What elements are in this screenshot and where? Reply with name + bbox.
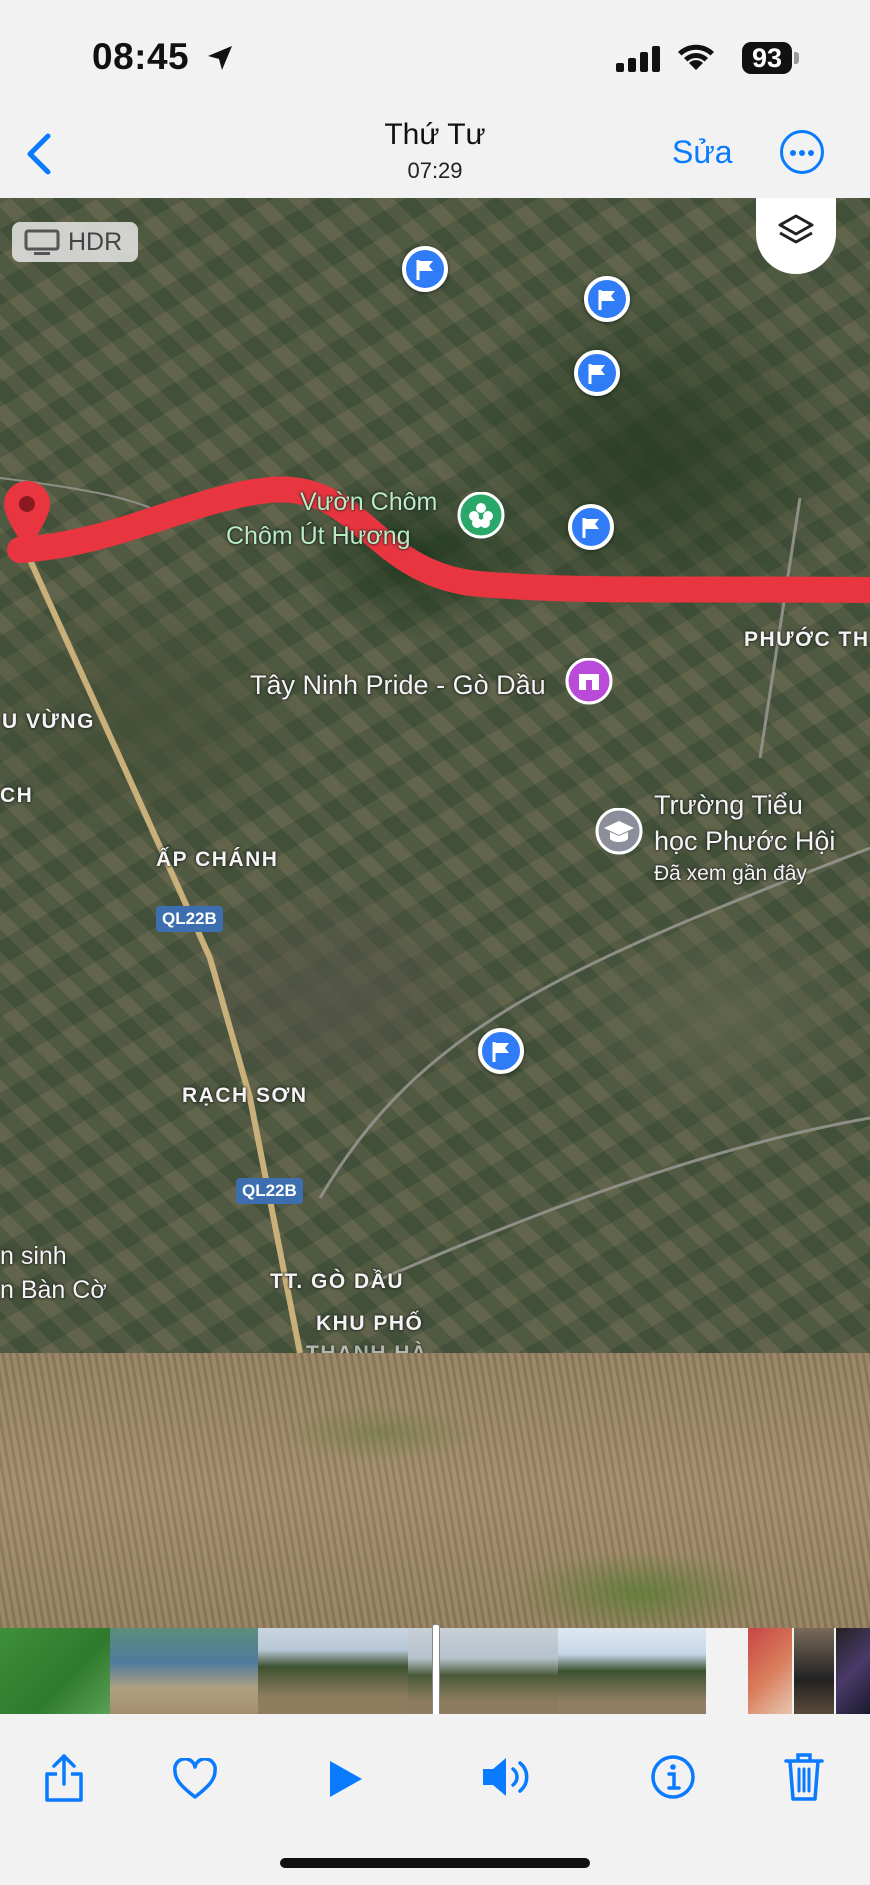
status-bar: 08:45 93 xyxy=(0,0,870,110)
map-label: n sinh xyxy=(0,1242,67,1270)
status-time: 08:45 xyxy=(92,36,190,77)
map-label: PHƯỚC THẠNH xyxy=(744,628,870,651)
dot xyxy=(808,150,814,156)
dot xyxy=(799,150,805,156)
map-label: Vườn Chôm xyxy=(300,488,438,516)
map-label: TT. GÒ DẦU xyxy=(270,1270,404,1293)
battery-tip xyxy=(794,52,799,64)
cellular-signal-icon xyxy=(616,46,660,72)
map-label: Chôm Út Hương xyxy=(226,522,411,550)
map-label: CH xyxy=(0,784,34,807)
map-label: KHU PHỐ xyxy=(316,1312,424,1335)
flag-icon xyxy=(584,276,630,322)
thumbnail[interactable] xyxy=(794,1628,834,1714)
thumbnail[interactable] xyxy=(258,1628,408,1714)
battery-icon: 93 xyxy=(742,42,792,74)
layers-icon xyxy=(778,214,814,244)
map-label: học Phước Hội xyxy=(654,826,836,856)
play-icon[interactable] xyxy=(326,1758,364,1800)
thumbnail[interactable] xyxy=(110,1628,258,1714)
heart-icon[interactable] xyxy=(172,1758,218,1800)
map-label: ẤP CHÁNH xyxy=(156,848,279,871)
dot xyxy=(790,150,796,156)
flag-icon xyxy=(574,350,620,396)
map-label: RẠCH SƠN xyxy=(182,1084,308,1107)
thumbnail[interactable] xyxy=(558,1628,706,1714)
battery-level: 93 xyxy=(751,43,783,73)
edit-button[interactable]: Sửa xyxy=(672,134,733,171)
map-roads-layer xyxy=(0,476,870,1353)
road-shield: QL22B xyxy=(156,906,223,932)
thumbnail[interactable] xyxy=(748,1628,792,1714)
map-pin-icon xyxy=(4,481,50,550)
share-icon[interactable] xyxy=(42,1752,86,1804)
page-subtitle-time: 07:29 xyxy=(407,158,463,183)
flag-icon xyxy=(478,1028,524,1074)
ground-photo-area xyxy=(0,1353,870,1628)
hdr-badge: HDR xyxy=(12,222,138,262)
flag-icon xyxy=(402,246,448,292)
thumbnail[interactable] xyxy=(836,1628,870,1714)
nav-bar: Thứ Tư 07:29 Sửa xyxy=(0,110,870,198)
map-screenshot: HDR Vườn Chôm Chôm Út Hương Tây Ninh Pri… xyxy=(0,198,870,1365)
map-label: U VỪNG xyxy=(2,710,95,733)
location-arrow-icon xyxy=(208,46,232,70)
flag-icon xyxy=(568,504,614,550)
display-icon xyxy=(24,229,60,255)
hdr-label: HDR xyxy=(68,228,123,256)
wifi-icon xyxy=(678,44,714,70)
volume-icon[interactable] xyxy=(480,1754,536,1800)
landmark-poi-icon xyxy=(565,658,613,705)
more-options-icon[interactable] xyxy=(780,130,824,174)
info-icon[interactable] xyxy=(650,1754,696,1800)
garden-poi-icon xyxy=(457,492,505,539)
map-label: Trường Tiểu xyxy=(654,790,803,820)
photo-viewer[interactable]: HDR Vườn Chôm Chôm Út Hương Tây Ninh Pri… xyxy=(0,198,870,1628)
thumbnail[interactable] xyxy=(0,1628,110,1714)
trash-icon[interactable] xyxy=(784,1752,824,1802)
school-poi-icon xyxy=(595,808,643,855)
page-title: Thứ Tư xyxy=(384,118,486,151)
map-label: Đã xem gần đây xyxy=(654,862,807,885)
scrubber-handle[interactable] xyxy=(432,1624,440,1720)
filmstrip[interactable] xyxy=(0,1624,870,1720)
map-label: Tây Ninh Pride - Gò Dầu xyxy=(250,670,546,700)
road-shield: QL22B xyxy=(236,1178,303,1204)
bottom-toolbar xyxy=(0,1714,870,1885)
thumbnail[interactable] xyxy=(408,1628,558,1714)
map-label: n Bàn Cờ xyxy=(0,1276,107,1304)
home-indicator[interactable] xyxy=(280,1858,590,1868)
route-line xyxy=(7,476,870,603)
